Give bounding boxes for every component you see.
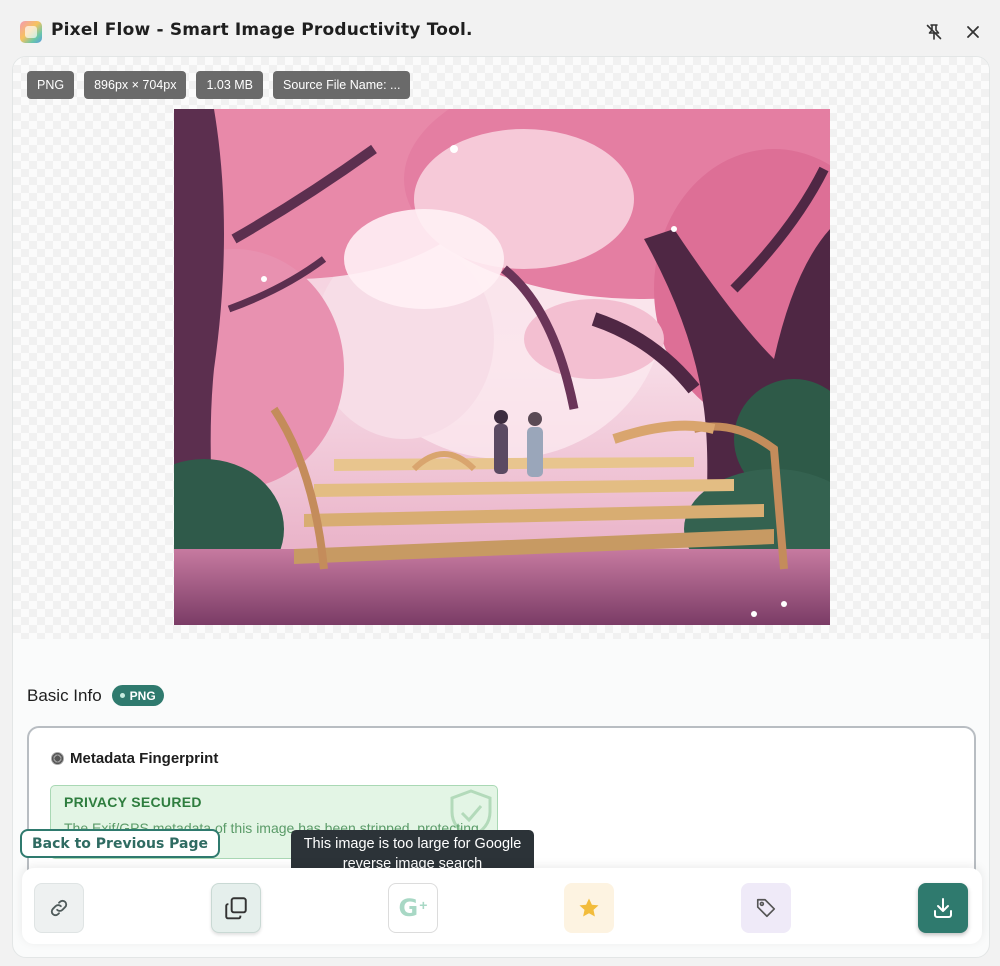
metadata-header: Metadata Fingerprint <box>51 750 218 767</box>
fingerprint-icon <box>51 752 64 765</box>
format-chip: PNG <box>27 71 75 99</box>
tag-button[interactable] <box>741 883 791 933</box>
download-button[interactable] <box>918 883 968 933</box>
download-icon <box>934 898 952 918</box>
source-filename-chip[interactable]: Source File Name: ... <box>273 71 411 99</box>
pin-off-icon[interactable] <box>922 20 946 44</box>
filesize-chip: 1.03 MB <box>196 71 264 99</box>
tag-icon <box>756 898 776 918</box>
copy-icon <box>225 897 247 920</box>
back-to-previous-page-button[interactable]: Back to Previous Page <box>20 829 221 858</box>
favorite-button[interactable] <box>564 883 614 933</box>
star-icon <box>579 898 599 917</box>
link-icon <box>50 899 68 917</box>
close-icon[interactable] <box>961 20 985 44</box>
image-preview-area: PNG 896px × 704px 1.03 MB Source File Na… <box>13 57 989 639</box>
basic-info-title: Basic Info <box>27 685 102 705</box>
badge-dot-icon <box>119 693 125 698</box>
main-panel: PNG 896px × 704px 1.03 MB Source File Na… <box>12 56 990 958</box>
basic-info-header: Basic Info PNG <box>27 685 164 706</box>
metadata-title: Metadata Fingerprint <box>70 750 219 767</box>
google-icon: G <box>398 894 419 922</box>
title-bar: Pixel Flow - Smart Image Productivity To… <box>0 0 1000 58</box>
action-toolbar: G + <box>22 868 982 944</box>
app-logo-icon <box>20 21 42 43</box>
copy-image-button[interactable] <box>211 883 261 933</box>
format-badge-label: PNG <box>129 688 156 703</box>
privacy-title: PRIVACY SECURED <box>64 794 202 810</box>
copy-link-button[interactable] <box>34 883 84 933</box>
dimensions-chip: 896px × 704px <box>84 71 187 99</box>
preview-image <box>174 109 830 625</box>
window-title: Pixel Flow - Smart Image Productivity To… <box>51 20 473 40</box>
google-plus-icon: + <box>419 897 428 913</box>
image-meta-chips: PNG 896px × 704px 1.03 MB Source File Na… <box>27 71 411 99</box>
format-badge: PNG <box>111 685 164 706</box>
google-reverse-search-button[interactable]: G + <box>388 883 438 933</box>
